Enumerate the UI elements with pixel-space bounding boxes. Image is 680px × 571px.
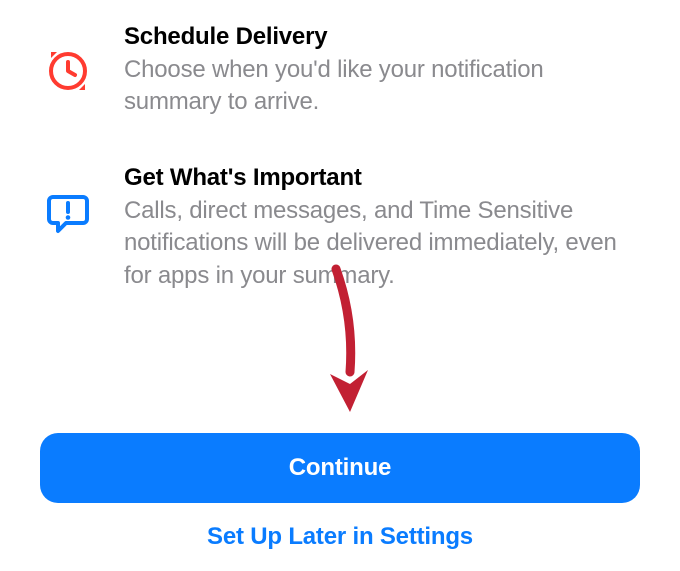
feature-schedule-delivery: Schedule Delivery Choose when you'd like… [40,22,640,119]
feature-list: Schedule Delivery Choose when you'd like… [0,0,680,292]
chat-alert-icon [40,163,96,235]
clock-alarm-icon [40,22,96,94]
feature-title: Get What's Important [124,163,640,193]
feature-get-whats-important: Get What's Important Calls, direct messa… [40,163,640,292]
feature-description: Calls, direct messages, and Time Sensiti… [124,195,640,292]
button-area: Continue Set Up Later in Settings [0,433,680,571]
set-up-later-link[interactable]: Set Up Later in Settings [40,503,640,557]
feature-description: Choose when you'd like your notification… [124,54,640,119]
feature-title: Schedule Delivery [124,22,640,52]
continue-button[interactable]: Continue [40,433,640,503]
